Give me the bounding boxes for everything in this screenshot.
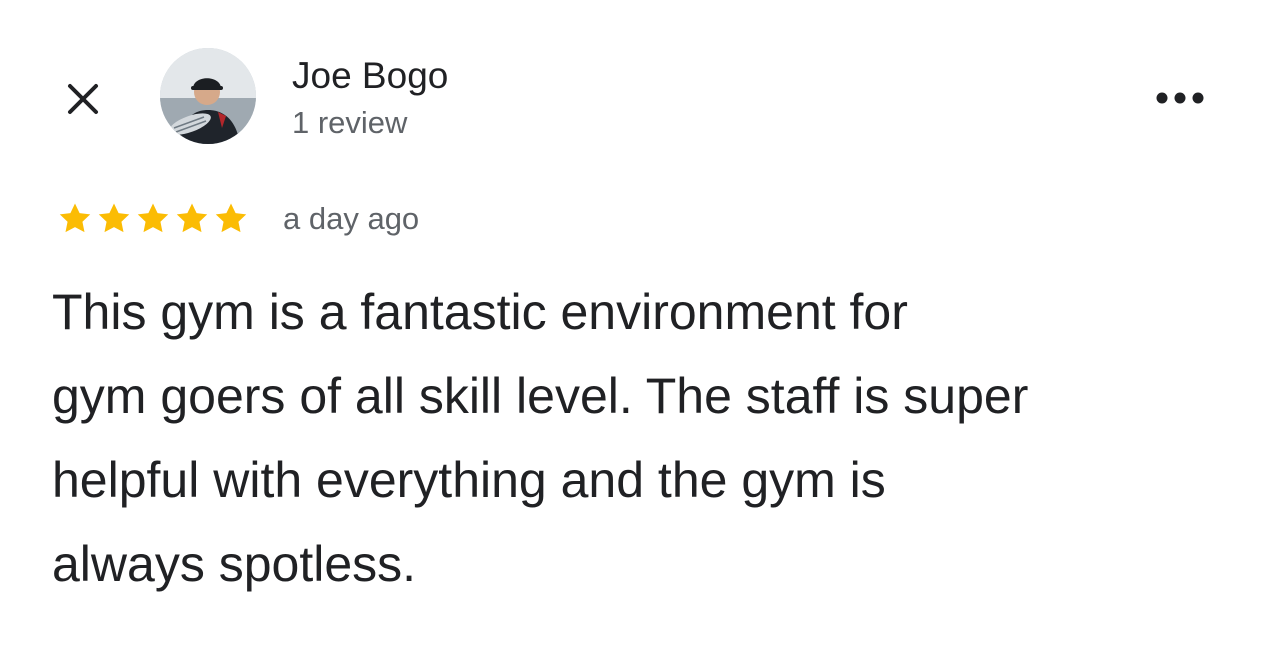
avatar[interactable]	[160, 48, 256, 144]
star-icon	[212, 200, 250, 238]
more-options-icon	[1156, 92, 1204, 104]
star-rating	[56, 200, 251, 238]
review-text: This gym is a fantastic environment for …	[52, 270, 1232, 606]
review-text-line: This gym is a fantastic environment for	[52, 284, 908, 340]
rating-row: a day ago	[56, 196, 419, 242]
star-icon	[56, 200, 94, 238]
star-icon	[173, 200, 211, 238]
review-text-line: always spotless.	[52, 536, 417, 592]
review-text-line: helpful with everything and the gym is	[52, 452, 886, 508]
close-icon	[68, 84, 98, 114]
more-options-button[interactable]	[1150, 80, 1210, 116]
reviewer-name[interactable]: Joe Bogo	[292, 54, 448, 98]
star-icon	[95, 200, 133, 238]
review-count: 1 review	[292, 105, 408, 140]
review-text-line: gym goers of all skill level. The staff …	[52, 368, 1029, 424]
star-icon	[134, 200, 172, 238]
review-date: a day ago	[283, 201, 420, 236]
review-card: Joe Bogo 1 review a day ago This gym is …	[0, 0, 1263, 661]
user-photo-avatar-icon	[160, 48, 256, 144]
close-button[interactable]	[60, 76, 106, 122]
